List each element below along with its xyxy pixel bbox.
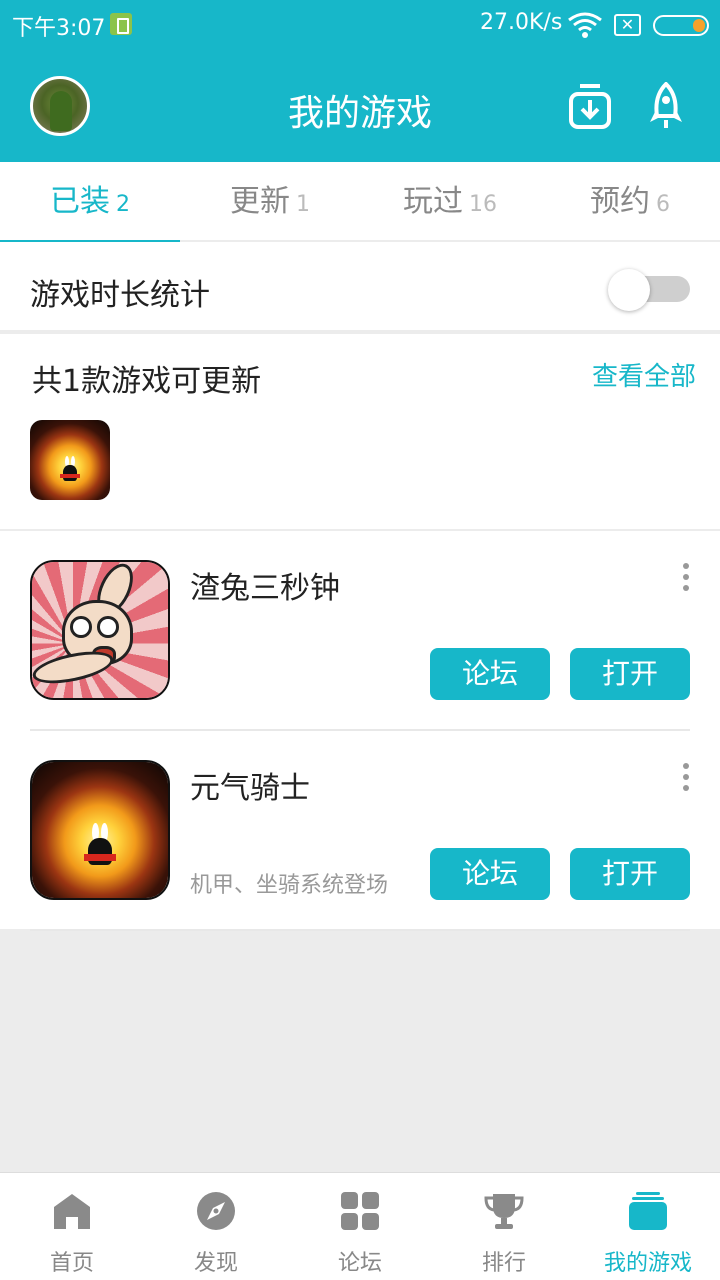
game-icon[interactable]	[30, 760, 170, 900]
game-name: 元气骑士	[190, 771, 310, 806]
tab-label: 预约	[590, 184, 650, 219]
updates-section: 共1款游戏可更新 查看全部	[0, 334, 720, 529]
playtime-label: 游戏时长统计	[30, 278, 210, 313]
tab-count: 2	[116, 192, 130, 217]
open-button[interactable]: 打开	[570, 848, 690, 900]
tab-label: 已装	[50, 184, 110, 219]
divider	[30, 929, 690, 931]
tab-label: 玩过	[403, 184, 463, 219]
forum-button[interactable]: 论坛	[430, 848, 550, 900]
updates-heading: 共1款游戏可更新	[32, 364, 262, 399]
list-item[interactable]: 渣兔三秒钟 论坛 打开	[0, 531, 720, 731]
tab-label: 更新	[230, 184, 290, 219]
open-button[interactable]: 打开	[570, 648, 690, 700]
status-bar: 下午3:07 27.0K/s ✕	[0, 0, 720, 50]
nav-item-ranking[interactable]: 排行	[432, 1173, 576, 1280]
trophy-icon	[484, 1194, 524, 1229]
compass-icon	[197, 1192, 235, 1230]
tab-count: 6	[656, 192, 670, 217]
network-speed: 27.0K/s	[480, 10, 563, 35]
tab-updates[interactable]: 更新 1	[180, 162, 360, 242]
home-icon	[54, 1194, 90, 1229]
wifi-icon	[568, 12, 602, 38]
nav-label: 首页	[49, 1251, 94, 1276]
nav-label: 排行	[481, 1251, 526, 1276]
download-icon[interactable]	[568, 82, 612, 130]
forum-button[interactable]: 论坛	[430, 648, 550, 700]
nav-label: 发现	[193, 1251, 238, 1276]
nav-item-discover[interactable]: 发现	[144, 1173, 288, 1280]
list-item[interactable]: 元气骑士 机甲、坐骑系统登场 论坛 打开	[0, 731, 720, 931]
game-name: 渣兔三秒钟	[190, 571, 340, 606]
app-bar: 我的游戏	[0, 50, 720, 162]
battery-icon	[653, 15, 709, 36]
more-options-icon[interactable]	[676, 563, 696, 597]
nav-item-my-games[interactable]: 我的游戏	[576, 1173, 720, 1280]
game-subtitle: 机甲、坐骑系统登场	[190, 873, 389, 898]
tab-count: 1	[296, 192, 310, 217]
games-stack-icon	[629, 1192, 667, 1230]
update-game-icon[interactable]	[30, 420, 110, 500]
tab-reserved[interactable]: 预约 6	[540, 162, 720, 242]
nav-label: 论坛	[337, 1251, 382, 1276]
installed-games-list: 渣兔三秒钟 论坛 打开 元气骑士 机甲、坐骑系统登场 论坛 打开	[0, 531, 720, 931]
bottom-nav: 首页 发现 论坛 排行 我的游戏	[0, 1172, 720, 1280]
tab-played[interactable]: 玩过 16	[360, 162, 540, 242]
rocket-icon[interactable]	[648, 82, 684, 130]
tab-count: 16	[469, 192, 497, 217]
more-options-icon[interactable]	[676, 763, 696, 797]
playtime-row: 游戏时长统计	[0, 242, 720, 332]
page-title: 我的游戏	[287, 93, 432, 134]
battery-saver-icon	[110, 13, 132, 35]
no-sim-icon: ✕	[614, 14, 641, 36]
nav-item-home[interactable]: 首页	[0, 1173, 144, 1280]
game-icon[interactable]	[30, 560, 170, 700]
grid-icon	[341, 1192, 379, 1230]
status-time: 下午3:07	[12, 16, 106, 41]
nav-label: 我的游戏	[603, 1251, 692, 1276]
view-all-link[interactable]: 查看全部	[592, 356, 696, 393]
tab-bar: 已装 2 更新 1 玩过 16 预约 6	[0, 162, 720, 244]
nav-item-forum[interactable]: 论坛	[288, 1173, 432, 1280]
tab-installed[interactable]: 已装 2	[0, 162, 180, 244]
playtime-toggle[interactable]	[608, 269, 690, 311]
